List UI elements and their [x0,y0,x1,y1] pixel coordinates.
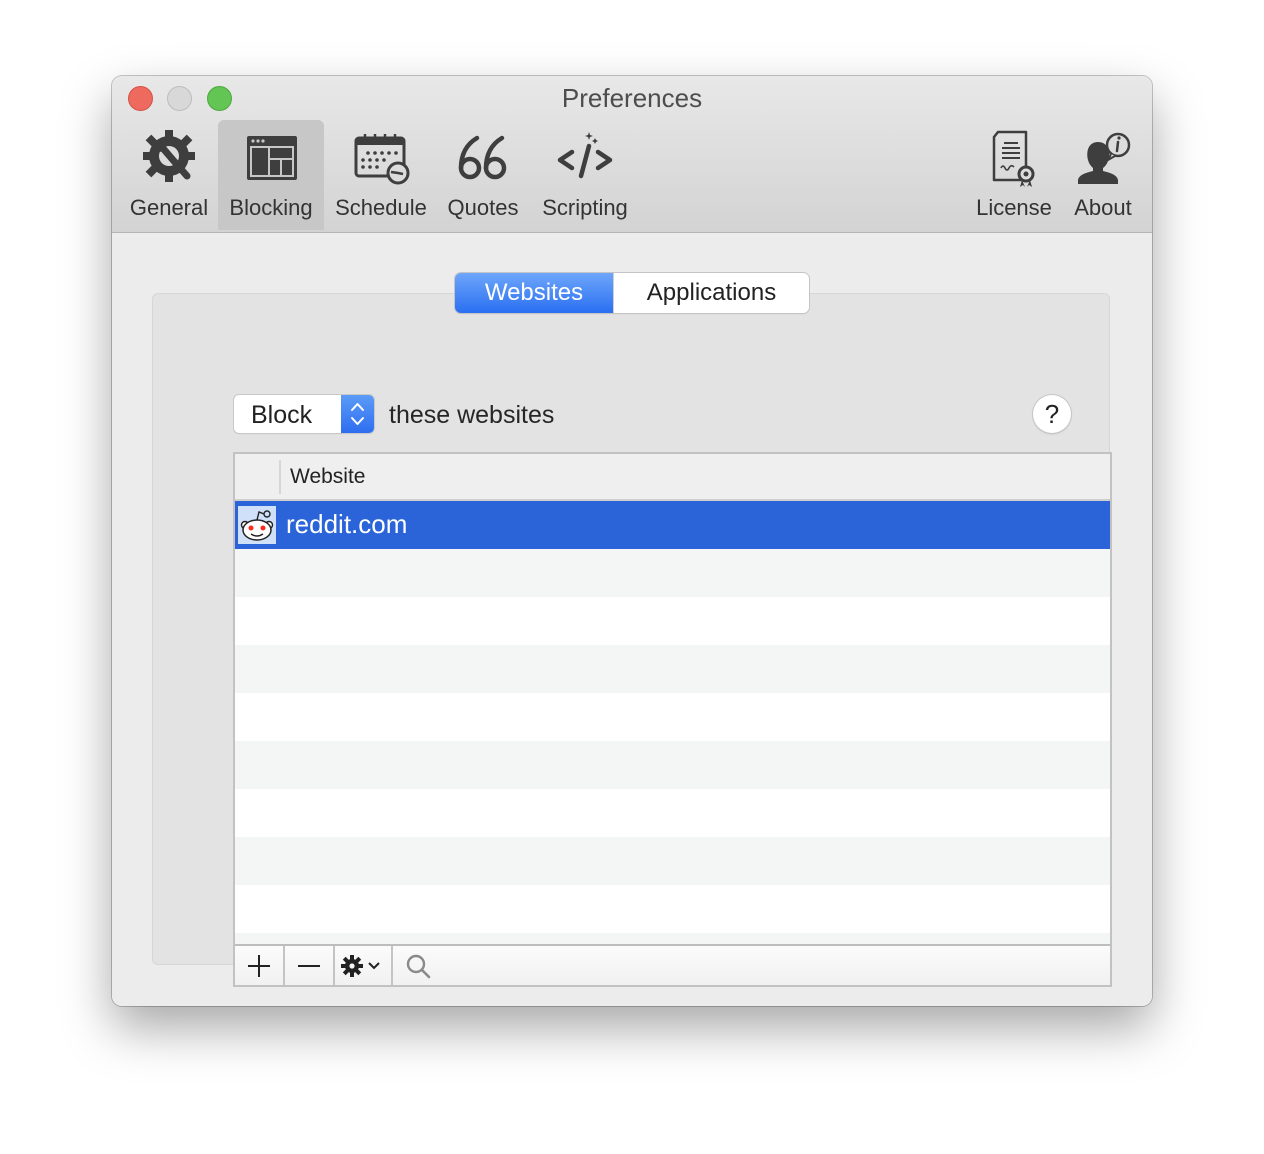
window-title: Preferences [561,83,703,113]
window-layout-icon [247,136,297,180]
add-button[interactable] [235,946,285,985]
titlebar-toolbar: Preferences General Blocking Schedule Qu… [112,76,1152,233]
website-name: reddit.com [286,509,408,539]
toolbar-label-scripting: Scripting [542,195,628,220]
preferences-window: Preferences General Blocking Schedule Qu… [112,76,1152,1006]
column-header-website[interactable]: Website [290,454,365,499]
quote-marks-icon [458,135,507,180]
toolbar-label-schedule: Schedule [335,195,427,220]
table-row-empty [235,693,1110,741]
table-row-empty [235,741,1110,789]
tab-websites[interactable]: Websites [455,273,613,313]
toolbar-label-quotes: Quotes [447,195,519,220]
search-button[interactable] [393,946,443,985]
code-icon [557,132,613,179]
table-row-empty [235,789,1110,837]
person-info-icon [1078,132,1131,184]
blocking-group-box: Block these websites ? Website reddit.co… [152,293,1112,987]
table-rows: reddit.com [235,501,1110,981]
table-row-empty [235,837,1110,885]
gear-wrench-icon [143,130,195,182]
tab-applications[interactable]: Applications [613,273,809,313]
search-icon [406,954,431,978]
toolbar-label-license: License [976,195,1052,220]
reddit-icon [238,506,276,544]
websites-applications-tabs: Websites Applications [455,273,809,313]
websites-table: Website reddit.com [233,452,1112,987]
table-row-empty [235,885,1110,933]
toolbar-item-quotes[interactable]: Quotes [438,120,528,230]
action-menu-button[interactable] [335,946,393,985]
column-separator [279,460,281,494]
gear-menu-icon [341,954,380,977]
calendar-clock-icon [354,134,410,185]
mode-suffix-label: these websites [389,401,555,429]
certificate-icon [992,130,1035,187]
help-button[interactable]: ? [1033,395,1071,433]
popup-arrows-icon [341,395,374,433]
remove-icon [298,964,320,967]
toolbar-item-scripting[interactable]: Scripting [532,120,638,230]
table-row-empty [235,645,1110,693]
table-header: Website [235,454,1110,501]
toolbar-item-general[interactable]: General [124,120,214,230]
remove-button[interactable] [285,946,335,985]
toolbar-item-about[interactable]: About [1062,120,1144,230]
table-row[interactable]: reddit.com [235,501,1110,549]
mode-popup-button[interactable]: Block [234,395,374,433]
toolbar-label-general: General [129,195,209,220]
table-row-empty [235,597,1110,645]
toolbar-item-blocking[interactable]: Blocking [218,120,324,230]
table-row-empty [235,549,1110,597]
preferences-content: Block these websites ? Website reddit.co… [112,233,1152,1006]
add-icon [248,954,270,977]
toolbar-label-about: About [1074,195,1132,220]
toolbar-item-license[interactable]: License [968,120,1060,230]
mode-popup-value: Block [251,401,313,429]
toolbar-item-schedule[interactable]: Schedule [328,120,434,230]
table-footer-bar [235,944,1110,985]
toolbar-label-blocking: Blocking [229,195,313,220]
